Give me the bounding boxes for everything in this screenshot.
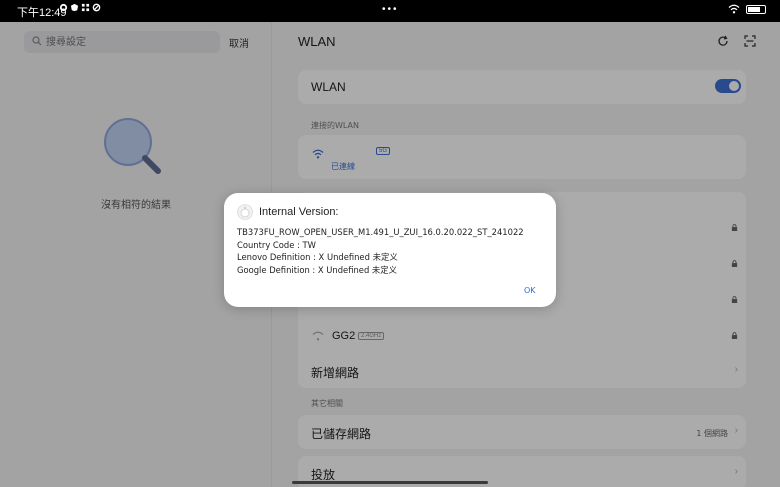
blocked-icon bbox=[92, 3, 101, 12]
info-bulb-icon bbox=[237, 204, 253, 220]
wifi-status-icon bbox=[728, 4, 740, 14]
lenovo-definition-line: Lenovo Definition : X Undefined 未定义 bbox=[237, 252, 398, 262]
internal-version-dialog: Internal Version: TB373FU_ROW_OPEN_USER_… bbox=[224, 193, 556, 307]
notification-icons bbox=[59, 3, 101, 12]
status-right bbox=[728, 4, 766, 14]
grid-icon bbox=[81, 3, 90, 12]
shield-icon bbox=[70, 3, 79, 12]
google-definition-line: Google Definition : X Undefined 未定义 bbox=[237, 264, 398, 275]
battery-icon bbox=[746, 4, 766, 14]
home-indicator[interactable] bbox=[292, 481, 488, 484]
status-bar: 下午12:49 ••• bbox=[0, 0, 780, 22]
settings-icon bbox=[59, 3, 68, 12]
multitask-dots[interactable]: ••• bbox=[382, 4, 399, 15]
dialog-title: Internal Version: bbox=[259, 206, 339, 218]
ok-button[interactable]: OK bbox=[524, 286, 536, 295]
build-version-line: TB373FU_ROW_OPEN_USER_M1.491_U_ZUI_16.0.… bbox=[237, 227, 524, 237]
country-code-line: Country Code : TW bbox=[237, 239, 316, 250]
dialog-message: TB373FU_ROW_OPEN_USER_M1.491_U_ZUI_16.0.… bbox=[237, 226, 549, 276]
